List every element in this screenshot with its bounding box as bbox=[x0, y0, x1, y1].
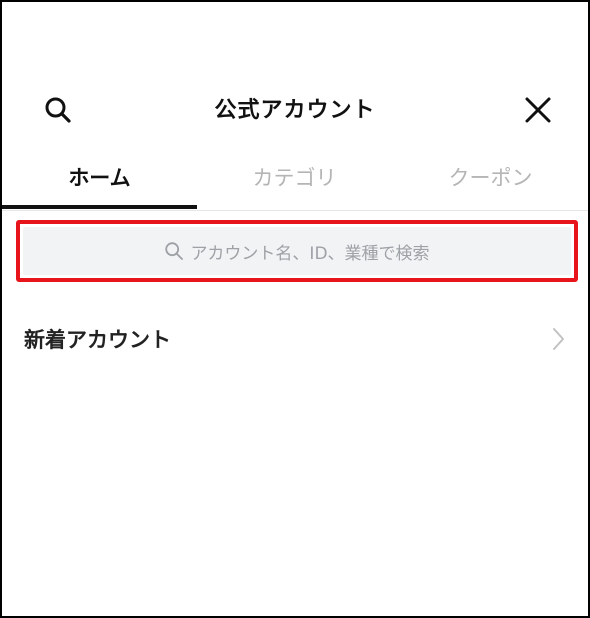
close-icon bbox=[525, 97, 551, 123]
tab-coupon[interactable]: クーポン bbox=[393, 148, 588, 206]
search-input[interactable]: アカウント名、ID、業種で検索 bbox=[23, 227, 571, 275]
search-icon bbox=[165, 242, 184, 260]
tab-home[interactable]: ホーム bbox=[2, 148, 197, 206]
app-window: 公式アカウント ホーム カテゴリ クーポン アカウント名、ID、業種で検索 新着… bbox=[0, 0, 590, 618]
chevron-right-icon bbox=[553, 328, 564, 350]
page-title: 公式アカウント bbox=[214, 98, 376, 123]
active-tab-indicator bbox=[2, 205, 197, 209]
section-title: 新着アカウント bbox=[24, 328, 171, 352]
search-highlight-frame: アカウント名、ID、業種で検索 bbox=[16, 220, 578, 282]
tab-category[interactable]: カテゴリ bbox=[197, 148, 392, 206]
header: 公式アカウント bbox=[2, 80, 588, 132]
section-new-accounts[interactable]: 新着アカウント bbox=[2, 312, 588, 366]
search-placeholder: アカウント名、ID、業種で検索 bbox=[190, 243, 430, 264]
close-button[interactable] bbox=[518, 90, 558, 130]
tab-bar: ホーム カテゴリ クーポン bbox=[2, 148, 588, 211]
